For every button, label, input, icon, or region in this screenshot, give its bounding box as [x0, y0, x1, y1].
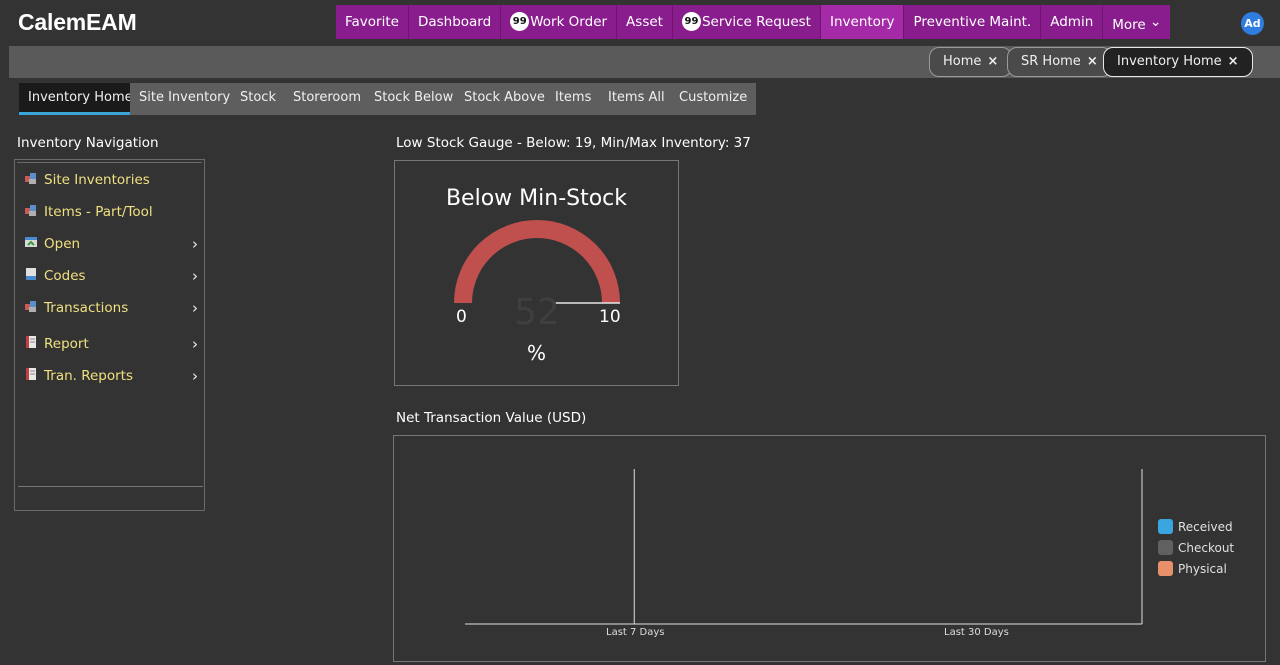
subtab-inventory-home[interactable]: Inventory Home — [19, 83, 142, 115]
nav-more[interactable]: More ⌄ — [1103, 5, 1170, 39]
chevron-right-icon: › — [192, 235, 198, 253]
inventory-icon — [24, 203, 38, 217]
gauge-section-title: Low Stock Gauge - Below: 19, Min/Max Inv… — [396, 135, 751, 151]
nav-admin[interactable]: Admin — [1041, 5, 1104, 39]
subtab-stock-below[interactable]: Stock Below — [365, 83, 463, 115]
open-tab-label: Home — [943, 54, 982, 69]
nav-preventive-maint[interactable]: Preventive Maint. — [904, 5, 1042, 39]
gauge-value: 52 — [514, 292, 560, 333]
nav-favorite[interactable]: Favorite — [336, 5, 409, 39]
main-nav: Favorite Dashboard 99 Work Order Asset 99 Serv… — [336, 5, 1171, 39]
inventory-icon — [24, 299, 38, 313]
nav-label: Inventory — [829, 14, 895, 30]
navigation-divider — [18, 486, 203, 487]
legend-label: Received — [1178, 520, 1233, 534]
inventory-icon — [24, 171, 38, 185]
nav-label: Admin — [1050, 14, 1094, 30]
nav-item-label: Codes — [44, 268, 86, 284]
nav-label: Asset — [626, 14, 663, 30]
subtab-storeroom[interactable]: Storeroom — [284, 83, 370, 115]
gauge-max-label: 10 — [599, 307, 621, 327]
top-bar: CalemEAM Favorite Dashboard 99 Work Order As… — [0, 0, 1280, 44]
nav-dashboard[interactable]: Dashboard — [409, 5, 502, 39]
close-icon[interactable]: × — [1087, 54, 1098, 69]
open-tab-sr-home[interactable]: SR Home × — [1007, 47, 1112, 77]
chart-section-title: Net Transaction Value (USD) — [396, 410, 587, 426]
nav-item-label: Open — [44, 236, 81, 252]
legend-item-received[interactable]: Received — [1158, 519, 1233, 535]
nav-label: Dashboard — [417, 14, 492, 30]
report-icon — [24, 367, 38, 381]
nav-item-tran-reports[interactable]: Tran. Reports › — [24, 367, 200, 387]
gauge-title: Below Min-Stock — [445, 186, 628, 211]
subtab-stock[interactable]: Stock — [231, 83, 285, 115]
user-avatar[interactable]: Ad — [1241, 12, 1264, 35]
nav-item-label: Transactions — [44, 300, 129, 316]
open-icon — [24, 235, 38, 249]
nav-item-items-part-tool[interactable]: Items - Part/Tool — [24, 203, 200, 223]
report-icon — [24, 335, 38, 349]
open-tab-inventory-home[interactable]: Inventory Home × — [1103, 47, 1253, 77]
nav-item-report[interactable]: Report › — [24, 335, 200, 355]
nav-item-site-inventories[interactable]: Site Inventories — [24, 171, 200, 191]
nav-label: Work Order — [530, 14, 608, 30]
nav-label: Service Request — [701, 14, 811, 30]
navigation-title: Inventory Navigation — [17, 135, 159, 151]
gauge-unit: % — [527, 341, 547, 365]
nav-item-label: Items - Part/Tool — [44, 204, 153, 220]
close-icon[interactable]: × — [1228, 54, 1239, 69]
count-badge: 99 — [510, 12, 530, 31]
navigation-panel-top-rule — [17, 162, 202, 163]
subtab-items[interactable]: Items — [546, 83, 601, 115]
nav-work-order[interactable]: 99 Work Order — [501, 5, 618, 39]
chevron-right-icon: › — [192, 267, 198, 285]
open-tab-home[interactable]: Home × — [929, 47, 1013, 77]
gauge-min-label: 0 — [456, 307, 467, 327]
chevron-down-icon: ⌄ — [1149, 14, 1162, 30]
x-tick-label: Last 30 Days — [944, 627, 1009, 638]
chevron-right-icon: › — [192, 367, 198, 385]
chevron-right-icon: › — [192, 299, 198, 317]
subtab-items-all[interactable]: Items All — [599, 83, 674, 115]
legend-label: Checkout — [1178, 541, 1235, 555]
subtab-customize[interactable]: Customize — [670, 83, 757, 115]
nav-label: Preventive Maint. — [913, 14, 1032, 30]
x-tick-label: Last 7 Days — [606, 627, 665, 638]
legend-swatch — [1158, 540, 1173, 555]
nav-item-open[interactable]: Open › — [24, 235, 200, 255]
legend-swatch — [1158, 561, 1173, 576]
legend-item-checkout[interactable]: Checkout — [1158, 540, 1234, 556]
codes-icon — [24, 267, 38, 281]
app-logo[interactable]: CalemEAM — [18, 9, 137, 36]
subtab-stock-above[interactable]: Stock Above — [455, 83, 554, 115]
nav-label: More — [1112, 17, 1146, 33]
nav-label: Favorite — [345, 14, 399, 30]
subtab-site-inventory[interactable]: Site Inventory — [130, 83, 240, 115]
nav-item-transactions[interactable]: Transactions › — [24, 299, 200, 319]
transaction-chart — [465, 469, 1143, 625]
nav-asset[interactable]: Asset — [617, 5, 673, 39]
nav-service-request[interactable]: 99 Service Request — [673, 5, 821, 39]
legend-swatch — [1158, 519, 1173, 534]
close-icon[interactable]: × — [987, 54, 998, 69]
count-badge: 99 — [681, 12, 701, 31]
chevron-right-icon: › — [192, 335, 198, 353]
nav-item-label: Site Inventories — [44, 172, 150, 188]
nav-item-label: Tran. Reports — [44, 368, 134, 384]
legend-item-physical[interactable]: Physical — [1158, 561, 1227, 577]
nav-inventory[interactable]: Inventory — [820, 5, 905, 39]
open-tab-label: Inventory Home — [1117, 54, 1222, 69]
nav-item-label: Report — [44, 336, 89, 352]
legend-label: Physical — [1178, 562, 1227, 576]
nav-item-codes[interactable]: Codes › — [24, 267, 200, 287]
open-tab-label: SR Home — [1021, 54, 1081, 69]
